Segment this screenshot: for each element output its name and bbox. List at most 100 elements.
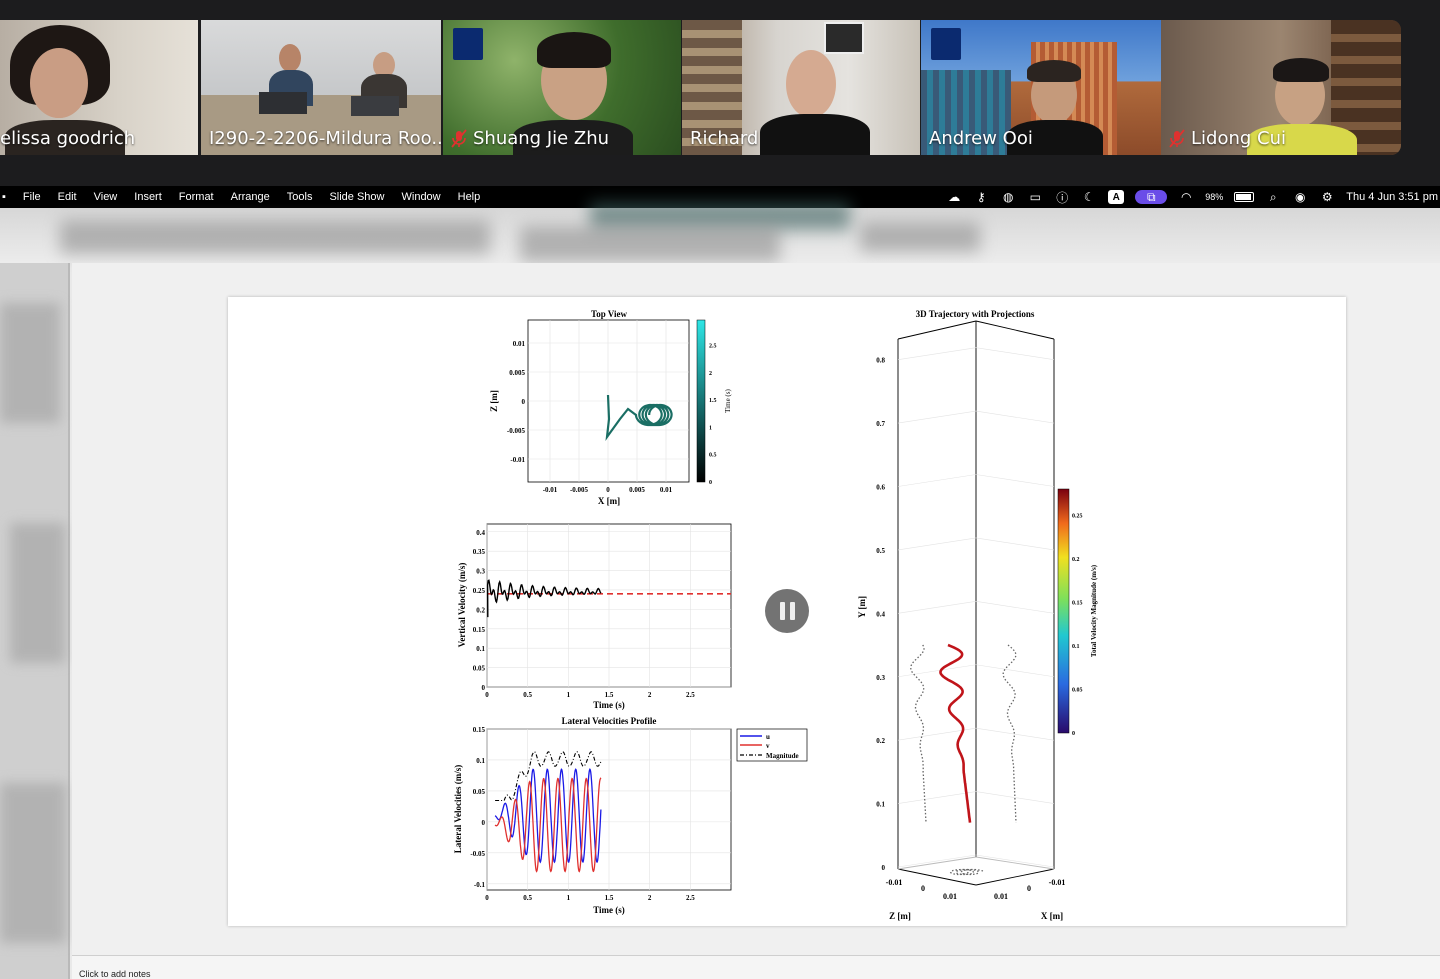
z-tick-label: 0.01 <box>943 892 957 901</box>
apple-menu-icon[interactable]: ▪ <box>2 191 6 203</box>
grid-line <box>975 854 1055 868</box>
participant-face <box>786 50 836 118</box>
projection-left <box>910 644 927 823</box>
y-tick-label: 0.2 <box>876 737 885 745</box>
screen-share-icon[interactable]: ⧉ <box>1135 190 1168 204</box>
menu-slide-show[interactable]: Slide Show <box>329 191 384 203</box>
grid-line <box>897 537 977 551</box>
menu-view[interactable]: View <box>94 191 118 203</box>
siri-icon[interactable]: ◉ <box>1292 190 1308 204</box>
x-tick-label: 2 <box>648 691 652 699</box>
menu-file[interactable]: File <box>23 191 41 203</box>
y-tick-label: 0.35 <box>473 548 486 556</box>
x-tick-label: -0.01 <box>1049 878 1066 887</box>
projection-bottom <box>949 868 985 876</box>
legend-label-u: u <box>766 733 770 741</box>
grid-line <box>897 664 977 678</box>
laptop <box>259 92 307 114</box>
battery-icon[interactable] <box>1234 192 1255 202</box>
grid-line <box>975 347 1055 360</box>
y-tick-labels: 0 0.1 0.2 0.3 0.4 0.5 0.6 0.7 0.8 <box>876 357 885 872</box>
participant-tile[interactable]: elissa goodrich <box>0 20 198 155</box>
menu-clock[interactable]: Thu 4 Jun 3:51 pm <box>1346 191 1438 203</box>
wifi-icon[interactable]: ◠ <box>1178 190 1194 204</box>
toolbar-blurred <box>0 202 1440 263</box>
colorbar-tick-label: 0.1 <box>1072 644 1080 650</box>
menu-edit[interactable]: Edit <box>58 191 77 203</box>
chart-title: 3D Trajectory with Projections <box>916 309 1035 319</box>
grid-line <box>897 410 977 424</box>
y-tick-label: 0 <box>522 398 526 406</box>
university-logo <box>931 28 961 60</box>
menu-help[interactable]: Help <box>458 191 481 203</box>
y-tick-label: 0.25 <box>473 587 486 595</box>
x-tick-label: 1.5 <box>605 894 614 902</box>
pause-button[interactable] <box>765 589 809 633</box>
participant-face-front <box>30 48 88 118</box>
y-tick-label: 0 <box>482 819 486 827</box>
trajectory-3d-chart: 3D Trajectory with Projections 0 0.1 0.2 0.… <box>857 309 1098 921</box>
top-view-chart: Top View 0.010.0050-0.005-0.01 -0.01 -0.0… <box>489 309 732 506</box>
slide-navigator[interactable] <box>0 263 70 979</box>
colorbar-tick-label: 0.2 <box>1072 557 1080 563</box>
y-tick-label: 0.01 <box>513 340 526 348</box>
grid-line <box>897 601 977 614</box>
menu-format[interactable]: Format <box>179 191 214 203</box>
cloud-icon[interactable]: ☁ <box>946 190 962 204</box>
mic-muted-icon <box>1169 128 1185 148</box>
x-tick-label: 2.5 <box>686 691 695 699</box>
y-tick-label: 0 <box>882 864 886 872</box>
3d-box <box>897 320 1055 886</box>
wall-picture <box>824 22 864 54</box>
participant-strip: elissa goodrich I290-2-2206-Mildura Roo.… <box>0 0 1440 186</box>
y-tick-label: -0.05 <box>470 850 485 858</box>
legend-label-magnitude: Magnitude <box>766 752 799 760</box>
y-tick-label: 0.1 <box>476 757 485 765</box>
participant-tile[interactable]: Richard <box>682 20 920 155</box>
menu-tools[interactable]: Tools <box>287 191 313 203</box>
moon-icon[interactable]: ☾ <box>1081 190 1097 204</box>
keyboard-input-icon[interactable]: A <box>1108 190 1125 204</box>
chart-title: Top View <box>591 309 627 319</box>
x-tick-label: 0 <box>606 486 610 494</box>
x-tick-label: 0.01 <box>994 892 1008 901</box>
search-icon[interactable]: ⌕ <box>1265 190 1281 204</box>
colorbar <box>696 319 706 483</box>
x-tick-label: 0 <box>1027 884 1031 893</box>
participant-body <box>760 114 870 155</box>
notes-placeholder: Click to add notes <box>79 969 151 979</box>
colorbar-ticks: 0 0.5 1 1.5 2 2.5 <box>709 344 717 487</box>
screen-mirror-icon[interactable]: ▭ <box>1027 190 1043 204</box>
y-axis-label: Z [m] <box>489 390 499 412</box>
colorbar-tick-label: 0.25 <box>1072 514 1083 520</box>
x-axis-label: Time (s) <box>593 700 625 710</box>
chart-title: Lateral Velocities Profile <box>562 716 657 726</box>
presenter-notes[interactable]: Click to add notes <box>72 955 1440 979</box>
menu-arrange[interactable]: Arrange <box>231 191 270 203</box>
x-tick-label: 0 <box>485 691 489 699</box>
z-axis-label: Z [m] <box>889 911 911 921</box>
control-center-icon[interactable]: ⚙ <box>1319 190 1335 204</box>
legend-label-v: v <box>766 742 770 750</box>
x-tick-label: -0.01 <box>543 486 558 494</box>
participant-tile-active[interactable]: I290-2-2206-Mildura Roo... <box>201 20 441 155</box>
lateral-velocity-chart: Lateral Velocities Profile 0.15 0.1 0.05 0 -… <box>453 716 808 915</box>
participant-tile[interactable]: Lidong Cui <box>1161 20 1401 155</box>
y-axis-label: Lateral Velocities (m/s) <box>453 765 463 853</box>
colorbar-tick-label: 0.15 <box>1072 601 1083 607</box>
menu-insert[interactable]: Insert <box>134 191 162 203</box>
colorbar-tick-label: 2 <box>709 371 712 377</box>
y-tick-label: 0.15 <box>473 626 486 634</box>
info-icon[interactable]: ⓘ <box>1054 190 1070 205</box>
mic-muted-icon <box>451 128 467 148</box>
globe-icon[interactable]: ◍ <box>1000 190 1016 204</box>
participant-tile[interactable]: Andrew Ooi <box>921 20 1161 155</box>
key-icon[interactable]: ⚷ <box>973 190 989 204</box>
colorbar-tick-label: 1.5 <box>709 398 717 404</box>
menu-window[interactable]: Window <box>402 191 441 203</box>
participant-tile[interactable]: Shuang Jie Zhu <box>443 20 681 155</box>
colorbar-label: Time (s) <box>724 389 732 413</box>
status-items: ☁ ⚷ ◍ ▭ ⓘ ☾ A ⧉ ◠ 98% ⌕ ◉ ⚙ Thu 4 Jun 3:… <box>946 186 1440 208</box>
x-tick-label: 0.01 <box>660 486 673 494</box>
participant-name: Richard <box>690 128 759 149</box>
